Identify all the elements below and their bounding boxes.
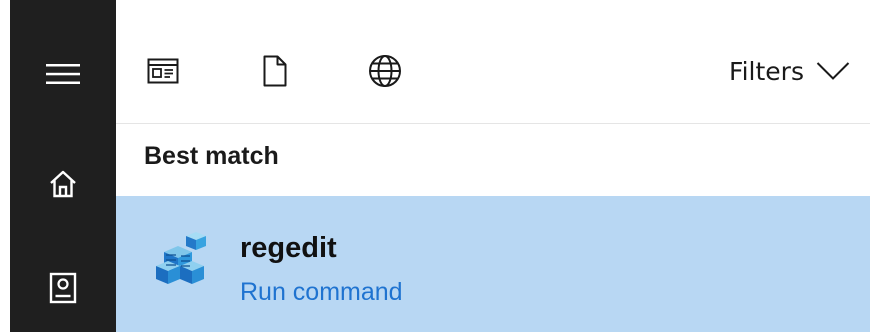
- sidebar-menu-button[interactable]: [10, 44, 116, 104]
- filters-label: Filters: [729, 56, 804, 86]
- registry-editor-icon: [156, 232, 206, 284]
- apps-icon: [147, 58, 179, 84]
- scope-documents-button[interactable]: [250, 48, 300, 94]
- search-scope-bar: Filters: [116, 0, 870, 124]
- hamburger-menu-icon: [46, 64, 80, 84]
- windows-search-panel: Filters Best match regedit Run command: [0, 0, 870, 332]
- documents-icon: [263, 55, 287, 87]
- result-subtitle: Run command: [240, 278, 403, 306]
- sidebar: [10, 0, 116, 332]
- left-edge-strip: [0, 0, 10, 332]
- sidebar-home-button[interactable]: [10, 154, 116, 214]
- chevron-down-icon: [816, 62, 850, 80]
- search-results-area: Filters Best match regedit Run command: [116, 0, 870, 332]
- result-title: regedit: [240, 232, 337, 264]
- sidebar-notebook-button[interactable]: [10, 258, 116, 318]
- scope-apps-button[interactable]: [138, 48, 188, 94]
- notebook-icon: [49, 272, 77, 304]
- scope-web-button[interactable]: [360, 48, 410, 94]
- filters-dropdown[interactable]: Filters: [729, 52, 850, 90]
- best-match-heading: Best match: [144, 142, 279, 170]
- home-icon: [50, 170, 76, 198]
- best-match-result[interactable]: regedit Run command: [116, 196, 870, 332]
- web-icon: [369, 55, 401, 87]
